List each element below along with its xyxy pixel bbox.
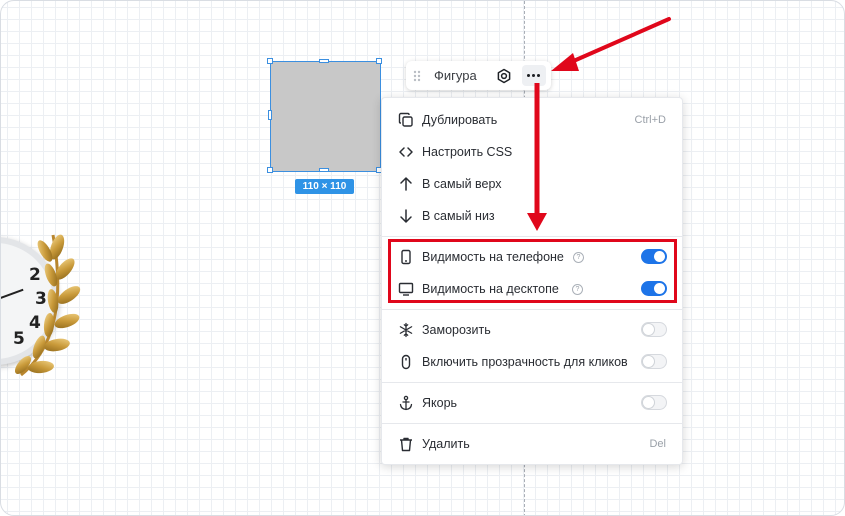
editor-canvas[interactable]: 2 3 4 5 12 bbox=[0, 0, 845, 516]
annotation-arrows bbox=[527, 17, 671, 231]
annotation-arrow-icon bbox=[551, 17, 671, 71]
annotation-arrow-icon bbox=[527, 83, 547, 231]
